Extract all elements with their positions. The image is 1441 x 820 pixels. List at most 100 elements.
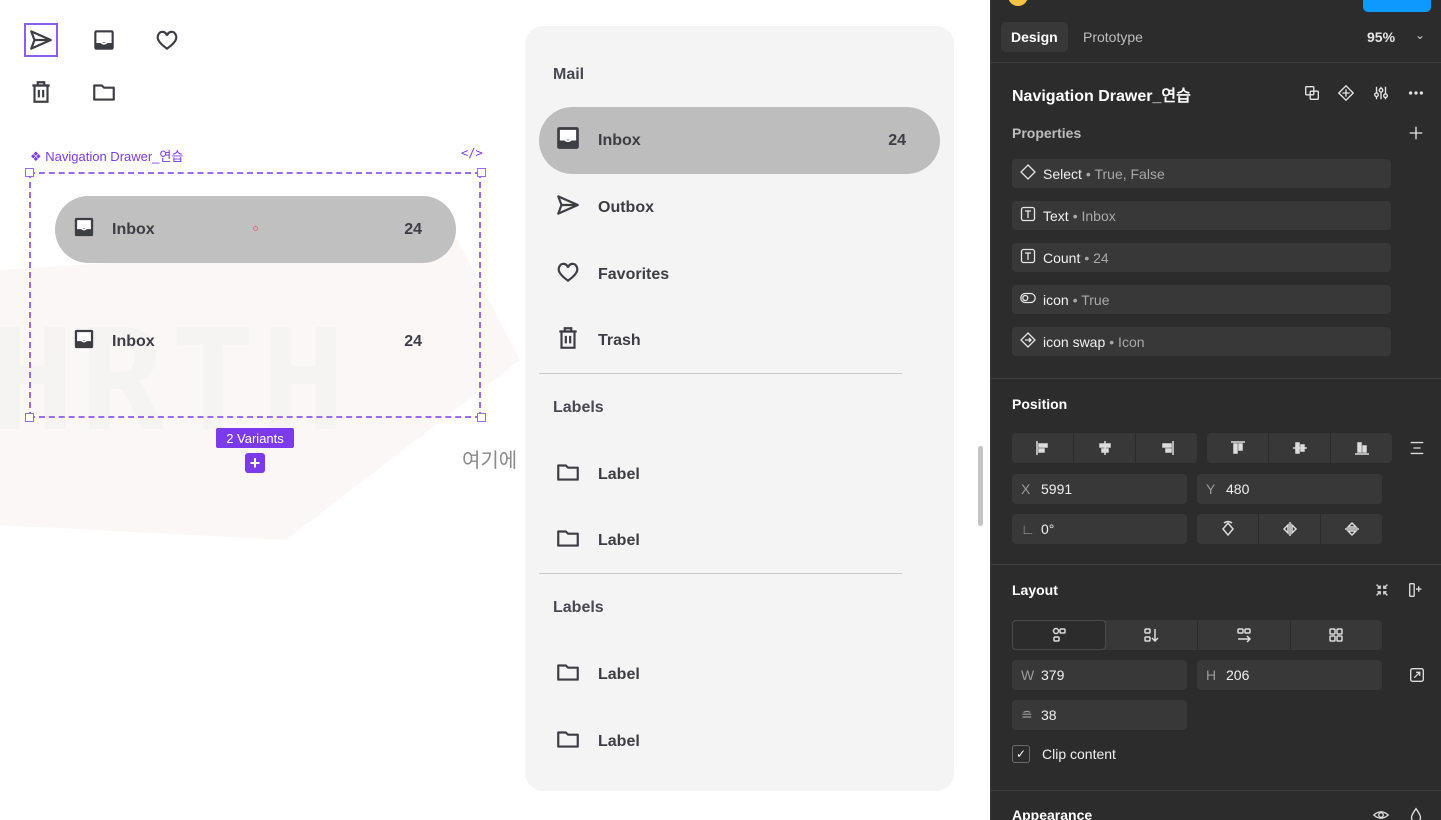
avatar[interactable]: [1008, 0, 1028, 6]
inbox-icon: [555, 125, 581, 156]
drawer-item-favorites[interactable]: Favorites: [539, 241, 940, 308]
property-name: icon swap: [1043, 333, 1106, 350]
distribute-icon[interactable]: [1407, 438, 1427, 458]
align-right-icon[interactable]: [1136, 433, 1197, 463]
resize-to-fit-icon[interactable]: [1407, 665, 1427, 685]
drawer-item-text: Label: [598, 732, 640, 750]
property-icon[interactable]: icon • True: [1012, 285, 1391, 314]
variants-count-badge: 2 Variants: [216, 428, 294, 448]
canvas-text[interactable]: 여기에: [462, 444, 517, 473]
layout-mode-group[interactable]: [1012, 620, 1382, 650]
more-icon[interactable]: [1406, 83, 1426, 103]
property-select[interactable]: Select • True, False: [1012, 159, 1391, 188]
vertical-layout-icon[interactable]: [1106, 620, 1198, 650]
property-text[interactable]: Text • Inbox: [1012, 201, 1391, 230]
trash-icon[interactable]: [24, 75, 58, 109]
align-center-h-icon[interactable]: [1074, 433, 1136, 463]
property-name: icon: [1043, 291, 1069, 308]
drawer-item-label[interactable]: Label: [539, 641, 940, 708]
transform-group[interactable]: [1197, 514, 1382, 544]
flip-horizontal-icon[interactable]: [1259, 514, 1321, 544]
code-icon[interactable]: </>: [461, 146, 483, 160]
rotation-icon: ∟: [1021, 521, 1035, 537]
gap-field[interactable]: ≘ 38: [1012, 700, 1187, 730]
labels-heading: Labels: [553, 399, 604, 416]
h-value: 206: [1226, 667, 1250, 683]
component-name[interactable]: Navigation Drawer_연습: [1012, 82, 1191, 106]
design-canvas[interactable]: HRTH ❖ Navigation Drawer_연습 </> Inbox 24…: [0, 0, 990, 820]
inbox-icon[interactable]: [87, 23, 121, 57]
horizontal-align-group[interactable]: [1012, 433, 1197, 463]
variant-unselected[interactable]: Inbox 24: [55, 308, 456, 375]
align-left-icon[interactable]: [1012, 433, 1074, 463]
heart-icon[interactable]: [150, 23, 184, 57]
inbox-icon: [73, 216, 95, 243]
resize-handle[interactable]: [477, 168, 486, 177]
rotate-icon[interactable]: [1197, 514, 1259, 544]
zoom-level[interactable]: 95%: [1367, 29, 1395, 45]
tab-design[interactable]: Design: [1001, 22, 1068, 52]
add-variant-button[interactable]: +: [245, 453, 265, 473]
component-diamond-icon[interactable]: [1336, 83, 1356, 103]
property-name: Text: [1043, 207, 1069, 224]
resize-handle[interactable]: [477, 413, 486, 422]
property-icon-swap[interactable]: icon swap • Icon: [1012, 327, 1391, 356]
drawer-item-label[interactable]: Label: [539, 708, 940, 775]
send-icon: [555, 192, 581, 223]
share-button[interactable]: [1363, 0, 1431, 12]
drawer-item-inbox[interactable]: Inbox 24: [539, 107, 940, 174]
adjust-icon[interactable]: [1371, 83, 1391, 103]
resize-handle[interactable]: [25, 168, 34, 177]
trash-icon: [555, 325, 581, 356]
property-value: • Icon: [1109, 333, 1145, 350]
go-to-main-component-icon[interactable]: [1302, 83, 1322, 103]
navigation-drawer[interactable]: Mail Inbox 24 Outbox Favorites Trash Lab…: [525, 26, 954, 791]
horizontal-layout-icon[interactable]: [1198, 620, 1291, 650]
eye-icon[interactable]: [1371, 805, 1391, 820]
drawer-item-label: Favorites: [598, 265, 670, 283]
align-top-icon[interactable]: [1207, 433, 1269, 463]
drawer-item-outbox[interactable]: Outbox: [539, 174, 940, 241]
freeform-layout-icon[interactable]: [1012, 620, 1106, 650]
drawer-item-text: Label: [598, 531, 640, 549]
folder-icon: [555, 459, 581, 490]
property-count[interactable]: Count • 24: [1012, 243, 1391, 272]
rotation-field[interactable]: ∟ 0°: [1012, 514, 1187, 544]
send-icon[interactable]: [24, 23, 58, 57]
drawer-item-label[interactable]: Label: [539, 441, 940, 508]
tab-prototype[interactable]: Prototype: [1073, 22, 1153, 52]
flip-vertical-icon[interactable]: [1321, 514, 1382, 544]
divider: [539, 573, 902, 574]
clip-content-checkbox[interactable]: ✓: [1012, 745, 1030, 763]
drawer-item-label: Inbox: [598, 131, 641, 149]
add-auto-layout-icon[interactable]: [1406, 580, 1426, 600]
height-field[interactable]: H 206: [1197, 660, 1382, 690]
canvas-scrollbar[interactable]: [978, 446, 983, 526]
align-bottom-icon[interactable]: [1331, 433, 1392, 463]
align-middle-icon[interactable]: [1269, 433, 1331, 463]
vertical-align-group[interactable]: [1207, 433, 1392, 463]
layout-title: Layout: [1012, 582, 1058, 598]
inbox-icon: [73, 328, 95, 355]
collapse-icon[interactable]: [1372, 580, 1392, 600]
y-position-field[interactable]: Y 480: [1197, 474, 1382, 504]
add-property-icon[interactable]: [1406, 123, 1426, 143]
component-set-label[interactable]: ❖ Navigation Drawer_연습: [30, 146, 183, 165]
width-field[interactable]: W 379: [1012, 660, 1187, 690]
grid-layout-icon[interactable]: [1291, 620, 1383, 650]
drawer-item-text: Label: [598, 465, 640, 483]
drop-icon[interactable]: [1406, 805, 1426, 820]
text-property-icon: [1020, 248, 1043, 267]
w-value: 379: [1041, 667, 1065, 683]
clip-content-label: Clip content: [1042, 746, 1116, 762]
x-position-field[interactable]: X 5991: [1012, 474, 1187, 504]
drawer-item-trash[interactable]: Trash: [539, 307, 940, 374]
text-property-icon: [1020, 206, 1043, 225]
property-value: • True: [1072, 291, 1110, 308]
variant-selected[interactable]: Inbox 24: [55, 196, 456, 263]
resize-handle[interactable]: [25, 413, 34, 422]
position-title: Position: [1012, 396, 1068, 412]
folder-icon[interactable]: [87, 75, 121, 109]
chevron-down-icon[interactable]: ⌄: [1415, 28, 1425, 42]
drawer-item-label[interactable]: Label: [539, 507, 940, 574]
